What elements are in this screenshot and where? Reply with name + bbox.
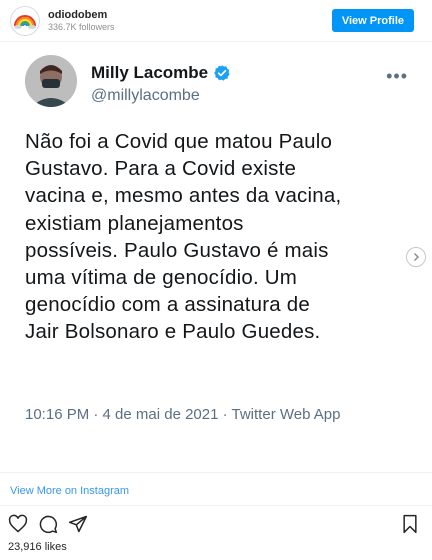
tweet-text: Não foi a Covid que matou Paulo Gustavo.… <box>25 130 342 344</box>
profile-avatar[interactable] <box>10 5 40 36</box>
verified-badge-icon <box>214 65 230 81</box>
divider <box>0 505 432 506</box>
tweet-author-avatar <box>25 55 77 107</box>
profile-username[interactable]: odiodobem <box>48 9 115 22</box>
tweet-author-name-row: Milly Lacombe <box>91 63 231 83</box>
view-more-link[interactable]: View More on Instagram <box>10 485 129 497</box>
post-image[interactable]: Milly Lacombe @millylacombe ••• Não foi … <box>0 42 432 472</box>
tweet-timestamp: 10:16 PM · 4 de mai de 2021 · Twitter We… <box>25 406 341 423</box>
view-profile-button[interactable]: View Profile <box>331 9 414 32</box>
tweet-author-name: Milly Lacombe <box>91 63 209 82</box>
more-dots-icon: ••• <box>386 66 408 86</box>
share-icon[interactable] <box>68 514 88 534</box>
divider <box>0 472 432 473</box>
follower-count: 336.7K followers <box>48 21 115 32</box>
instagram-embed-header: odiodobem 336.7K followers View Profile <box>0 0 432 42</box>
person-photo-icon <box>25 55 77 107</box>
bookmark-icon[interactable] <box>400 514 420 534</box>
heart-icon[interactable] <box>8 514 28 534</box>
post-actions <box>8 514 88 534</box>
rainbow-logo-icon <box>14 14 36 29</box>
next-arrow-icon[interactable] <box>406 247 426 267</box>
comment-icon[interactable] <box>38 514 58 534</box>
like-count[interactable]: 23,916 likes <box>8 541 67 553</box>
tweet-author-handle: @millylacombe <box>91 87 200 104</box>
profile-info: odiodobem 336.7K followers <box>48 9 115 33</box>
